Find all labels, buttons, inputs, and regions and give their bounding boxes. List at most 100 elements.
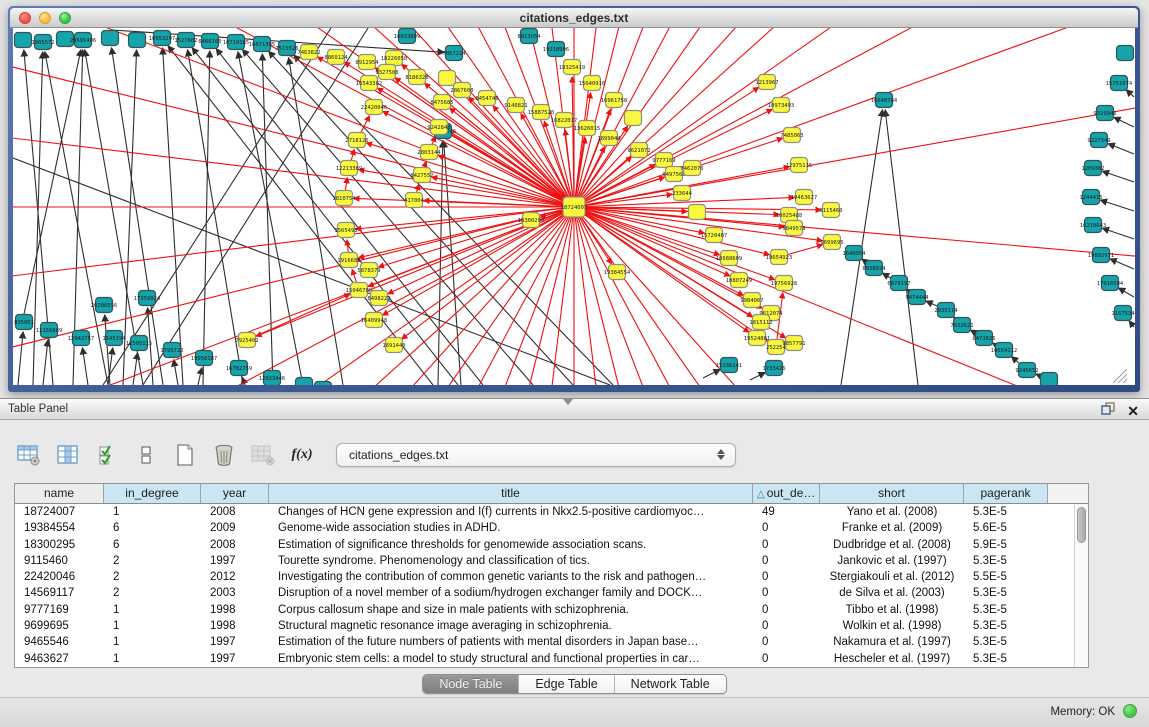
table-cell[interactable]: 5.3E-5 xyxy=(964,618,1048,634)
table-row[interactable]: 1872400712008Changes of HCN gene express… xyxy=(15,504,1088,520)
table-cell[interactable]: 0 xyxy=(753,553,820,569)
citation-edge-red[interactable] xyxy=(13,49,574,207)
minimize-window-button[interactable] xyxy=(39,12,51,24)
table-cell[interactable]: 2 xyxy=(104,585,201,601)
column-header-title[interactable]: title xyxy=(269,484,753,503)
table-cell[interactable]: 6 xyxy=(104,537,201,553)
citation-edge-black[interactable] xyxy=(188,50,243,385)
citation-edge-black[interactable] xyxy=(21,50,81,328)
table-cell[interactable]: 9777169 xyxy=(15,602,104,618)
table-cell[interactable]: 2 xyxy=(104,569,201,585)
table-cell[interactable]: 0 xyxy=(753,520,820,536)
table-cell[interactable]: 22420046 xyxy=(15,569,104,585)
zoom-window-button[interactable] xyxy=(59,12,71,24)
citation-edge-red[interactable] xyxy=(574,28,1135,207)
column-header-pagerank[interactable]: pagerank xyxy=(964,484,1048,503)
table-cell[interactable]: 18300295 xyxy=(15,537,104,553)
memory-status-indicator[interactable] xyxy=(1123,704,1137,718)
citation-edge-red[interactable] xyxy=(574,28,1135,207)
table-row[interactable]: 969969511998Structural magnetic resonanc… xyxy=(15,618,1088,634)
table-scrollbar[interactable] xyxy=(1074,504,1088,667)
table-cell[interactable]: 2008 xyxy=(201,504,269,520)
table-cell[interactable]: 9463627 xyxy=(15,651,104,667)
citation-edge-red[interactable] xyxy=(13,207,574,385)
select-columns-icon[interactable] xyxy=(55,442,81,468)
table-cell[interactable]: 19384554 xyxy=(15,520,104,536)
table-cell[interactable]: 1 xyxy=(104,618,201,634)
table-cell[interactable]: Estimation of significance thresholds fo… xyxy=(269,537,753,553)
create-table-icon[interactable] xyxy=(172,442,198,468)
table-cell[interactable]: Genome-wide association studies in ADHD. xyxy=(269,520,753,536)
table-cell[interactable]: Tourette syndrome. Phenomenology and cla… xyxy=(269,553,753,569)
citation-edge-black[interactable] xyxy=(1119,288,1134,297)
tab-network-table[interactable]: Network Table xyxy=(614,675,726,693)
citation-edge-black[interactable] xyxy=(133,353,138,385)
column-header-name[interactable]: name xyxy=(15,484,104,503)
citation-edge-red[interactable] xyxy=(574,28,1135,207)
table-cell[interactable]: 2003 xyxy=(201,585,269,601)
network-canvas[interactable]: 1905572206914061095329715276026466160107… xyxy=(13,28,1135,385)
citation-network-graph[interactable]: 1905572206914061095329715276026466160107… xyxy=(13,28,1135,385)
table-cell[interactable]: 5.3E-5 xyxy=(964,651,1048,667)
table-cell[interactable]: 49 xyxy=(753,504,820,520)
graph-node-yellow[interactable] xyxy=(689,205,706,220)
citation-edge-red[interactable] xyxy=(574,28,1135,207)
citation-edge-black[interactable] xyxy=(750,372,765,380)
table-cell[interactable]: Structural magnetic resonance image aver… xyxy=(269,618,753,634)
table-cell[interactable]: Tibbo et al. (1998) xyxy=(820,602,964,618)
table-row[interactable]: 2242004622012Investigating the contribut… xyxy=(15,569,1088,585)
table-cell[interactable]: 0 xyxy=(753,569,820,585)
table-cell[interactable]: 2012 xyxy=(201,569,269,585)
table-cell[interactable]: 1997 xyxy=(201,651,269,667)
table-cell[interactable]: 0 xyxy=(753,585,820,601)
table-cell[interactable]: Embryonic stem cells: a model to study s… xyxy=(269,651,753,667)
table-cell[interactable]: Changes of HCN gene expression and I(f) … xyxy=(269,504,753,520)
citation-edge-black[interactable] xyxy=(1129,321,1134,327)
citation-edge-red[interactable] xyxy=(379,207,574,267)
table-cell[interactable]: 0 xyxy=(753,602,820,618)
citation-edge-black[interactable] xyxy=(289,58,343,385)
graph-node-yellow[interactable] xyxy=(625,111,642,126)
citation-edge-black[interactable] xyxy=(198,368,202,385)
table-cell[interactable]: Stergiakouli et al. (2012) xyxy=(820,569,964,585)
table-cell[interactable]: Nakamura et al. (1997) xyxy=(820,634,964,650)
table-cell[interactable]: 0 xyxy=(753,651,820,667)
citation-edge-black[interactable] xyxy=(1126,90,1134,97)
column-header-short[interactable]: short xyxy=(820,484,964,503)
citation-edge-red[interactable] xyxy=(574,207,1040,385)
citation-edge-red[interactable] xyxy=(574,28,1040,207)
table-row[interactable]: 1456911722003Disruption of a novel membe… xyxy=(15,585,1088,601)
graph-node-teal[interactable] xyxy=(15,33,32,48)
close-window-button[interactable] xyxy=(19,12,31,24)
column-header-year[interactable]: year xyxy=(201,484,269,503)
select-rows-check-icon[interactable] xyxy=(94,442,120,468)
row-height-icon[interactable] xyxy=(133,442,159,468)
function-builder-icon[interactable]: f(x) xyxy=(289,442,315,468)
table-cell[interactable]: 0 xyxy=(753,537,820,553)
citation-edge-red[interactable] xyxy=(574,207,769,255)
citation-edge-black[interactable] xyxy=(82,348,88,385)
table-cell[interactable]: 1998 xyxy=(201,618,269,634)
citation-edge-black[interactable] xyxy=(174,360,178,385)
citation-edge-black[interactable] xyxy=(1102,171,1134,182)
citation-edge-black[interactable] xyxy=(18,332,23,385)
citation-edge-red[interactable] xyxy=(574,28,1135,207)
table-cell[interactable]: Disruption of a novel member of a sodium… xyxy=(269,585,753,601)
table-cell[interactable]: 5.3E-5 xyxy=(964,634,1048,650)
table-cell[interactable]: Jankovic et al. (1997) xyxy=(820,553,964,569)
table-cell[interactable]: 9115460 xyxy=(15,553,104,569)
citation-edge-red[interactable] xyxy=(13,207,574,385)
table-cell[interactable]: 5.3E-5 xyxy=(964,504,1048,520)
table-cell[interactable]: 6 xyxy=(104,520,201,536)
citation-edge-black[interactable] xyxy=(262,54,273,385)
graph-node-teal[interactable] xyxy=(315,382,332,386)
citation-edge-red[interactable] xyxy=(574,87,759,207)
graph-node-teal[interactable] xyxy=(102,31,119,46)
citation-edge-black[interactable] xyxy=(1114,117,1134,127)
table-row[interactable]: 946362711997Embryonic stem cells: a mode… xyxy=(15,651,1088,667)
table-cell[interactable]: 5.3E-5 xyxy=(964,585,1048,601)
tab-node-table[interactable]: Node Table xyxy=(423,675,518,693)
table-cell[interactable]: 18724007 xyxy=(15,504,104,520)
graph-node-teal[interactable] xyxy=(1041,373,1058,386)
citation-edge-red[interactable] xyxy=(13,207,574,385)
